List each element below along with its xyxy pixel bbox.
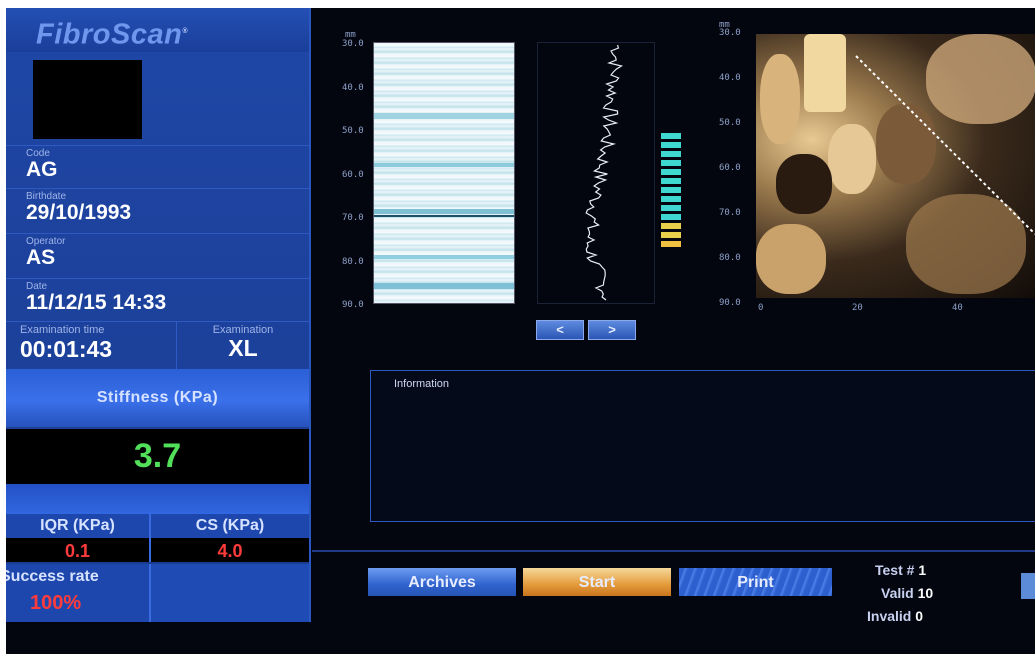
- brand-name: FibroScan: [36, 18, 183, 51]
- ultrasound-image: [756, 34, 1035, 298]
- success-rate-side-panel: [151, 564, 309, 622]
- mmode-depth-tick: 70.0: [342, 213, 364, 223]
- quality-indicator: [661, 133, 685, 250]
- quality-bar: [661, 142, 681, 148]
- mmode-depth-tick: 50.0: [342, 126, 364, 136]
- invalid-count: Invalid 0: [867, 608, 923, 624]
- edge-button[interactable]: [1021, 573, 1035, 599]
- mmode-depth-tick: 90.0: [342, 300, 364, 310]
- date-value: 11/12/15 14:33: [26, 291, 167, 314]
- stiffness-footer: [6, 484, 309, 514]
- ultrasound-x-tick: 20: [852, 303, 863, 313]
- cs-value: 4.0: [151, 538, 309, 562]
- quality-bar: [661, 178, 681, 184]
- mmode-depth-tick: 30.0: [342, 39, 364, 49]
- examination-probe-value: XL: [228, 335, 258, 361]
- quality-bar: [661, 232, 681, 238]
- information-label: Information: [394, 378, 450, 390]
- valid-count: Valid 10: [881, 585, 933, 601]
- quality-bar: [661, 160, 681, 166]
- examination-probe: Examination XL: [177, 321, 309, 369]
- mmode-image: [373, 42, 515, 304]
- birthdate-field: Birthdate 29/10/1993: [6, 188, 309, 231]
- stiffness-value: 3.7: [6, 429, 309, 484]
- quality-bar: [661, 214, 681, 220]
- information-panel: Information: [370, 370, 1035, 522]
- ultrasound-depth-tick: 50.0: [719, 118, 741, 128]
- ultrasound-x-tick: 40: [952, 303, 963, 313]
- cs-label: CS (KPa): [151, 514, 309, 538]
- iqr-label: IQR (KPa): [6, 514, 151, 538]
- test-label: Test #: [875, 562, 915, 578]
- ultrasound-depth-tick: 60.0: [719, 163, 741, 173]
- archives-button[interactable]: Archives: [368, 568, 516, 596]
- code-field: Code AG: [6, 145, 309, 188]
- success-rate: Success rate 100%: [6, 564, 151, 622]
- fibroscan-screen: FibroScan® Code AG Birthdate 29/10/1993 …: [6, 8, 1035, 654]
- ultrasound-depth-tick: 70.0: [719, 208, 741, 218]
- invalid-value: 0: [915, 608, 924, 624]
- prev-button[interactable]: <: [536, 320, 584, 340]
- ultrasound-depth-tick: 30.0: [719, 28, 741, 38]
- quality-bar: [661, 223, 681, 229]
- next-button[interactable]: >: [588, 320, 636, 340]
- quality-bar: [661, 151, 681, 157]
- quality-bar: [661, 196, 681, 202]
- stiffness-label: Stiffness (KPa): [6, 369, 309, 427]
- fibroscan-logo: FibroScan®: [6, 8, 309, 52]
- ultrasound-x-tick: 0: [758, 303, 764, 313]
- operator-field: Operator AS: [6, 233, 309, 276]
- birthdate-value: 29/10/1993: [26, 201, 132, 224]
- examination-time: Examination time 00:01:43: [6, 321, 177, 369]
- quality-bar: [661, 187, 681, 193]
- examination-time-label: Examination time: [20, 324, 105, 336]
- quality-bar: [661, 241, 681, 247]
- start-button[interactable]: Start: [523, 568, 671, 596]
- quality-bar: [661, 133, 681, 139]
- divider: [312, 550, 1035, 552]
- valid-value: 10: [917, 585, 934, 601]
- date-field: Date 11/12/15 14:33: [6, 278, 309, 321]
- patient-photo-redacted: [33, 60, 142, 139]
- invalid-label: Invalid: [867, 608, 912, 624]
- success-rate-label: Success rate: [6, 568, 99, 585]
- trace-line: [585, 44, 624, 301]
- ultrasound-depth-tick: 80.0: [719, 253, 741, 263]
- test-count: Test # 1: [875, 562, 926, 578]
- valid-label: Valid: [881, 585, 914, 601]
- patient-panel: FibroScan® Code AG Birthdate 29/10/1993 …: [6, 8, 311, 622]
- code-value: AG: [26, 158, 58, 181]
- mmode-depth-tick: 80.0: [342, 256, 364, 267]
- mmode-depth-tick: 60.0: [342, 169, 364, 180]
- ultrasound-depth-tick: 90.0: [719, 298, 741, 308]
- operator-value: AS: [26, 246, 56, 269]
- print-button[interactable]: Print: [679, 568, 832, 596]
- elastogram-trace: [537, 42, 655, 304]
- quality-bar: [661, 205, 681, 211]
- roi-dashed-line: [855, 55, 1035, 235]
- registered-mark: ®: [182, 28, 188, 35]
- quality-bar: [661, 169, 681, 175]
- examination-time-value: 00:01:43: [20, 336, 113, 362]
- ultrasound-depth-tick: 40.0: [719, 73, 741, 83]
- test-value: 1: [918, 562, 927, 578]
- iqr-value: 0.1: [6, 538, 151, 562]
- mmode-depth-tick: 40.0: [342, 82, 364, 93]
- success-rate-value: 100%: [30, 592, 82, 614]
